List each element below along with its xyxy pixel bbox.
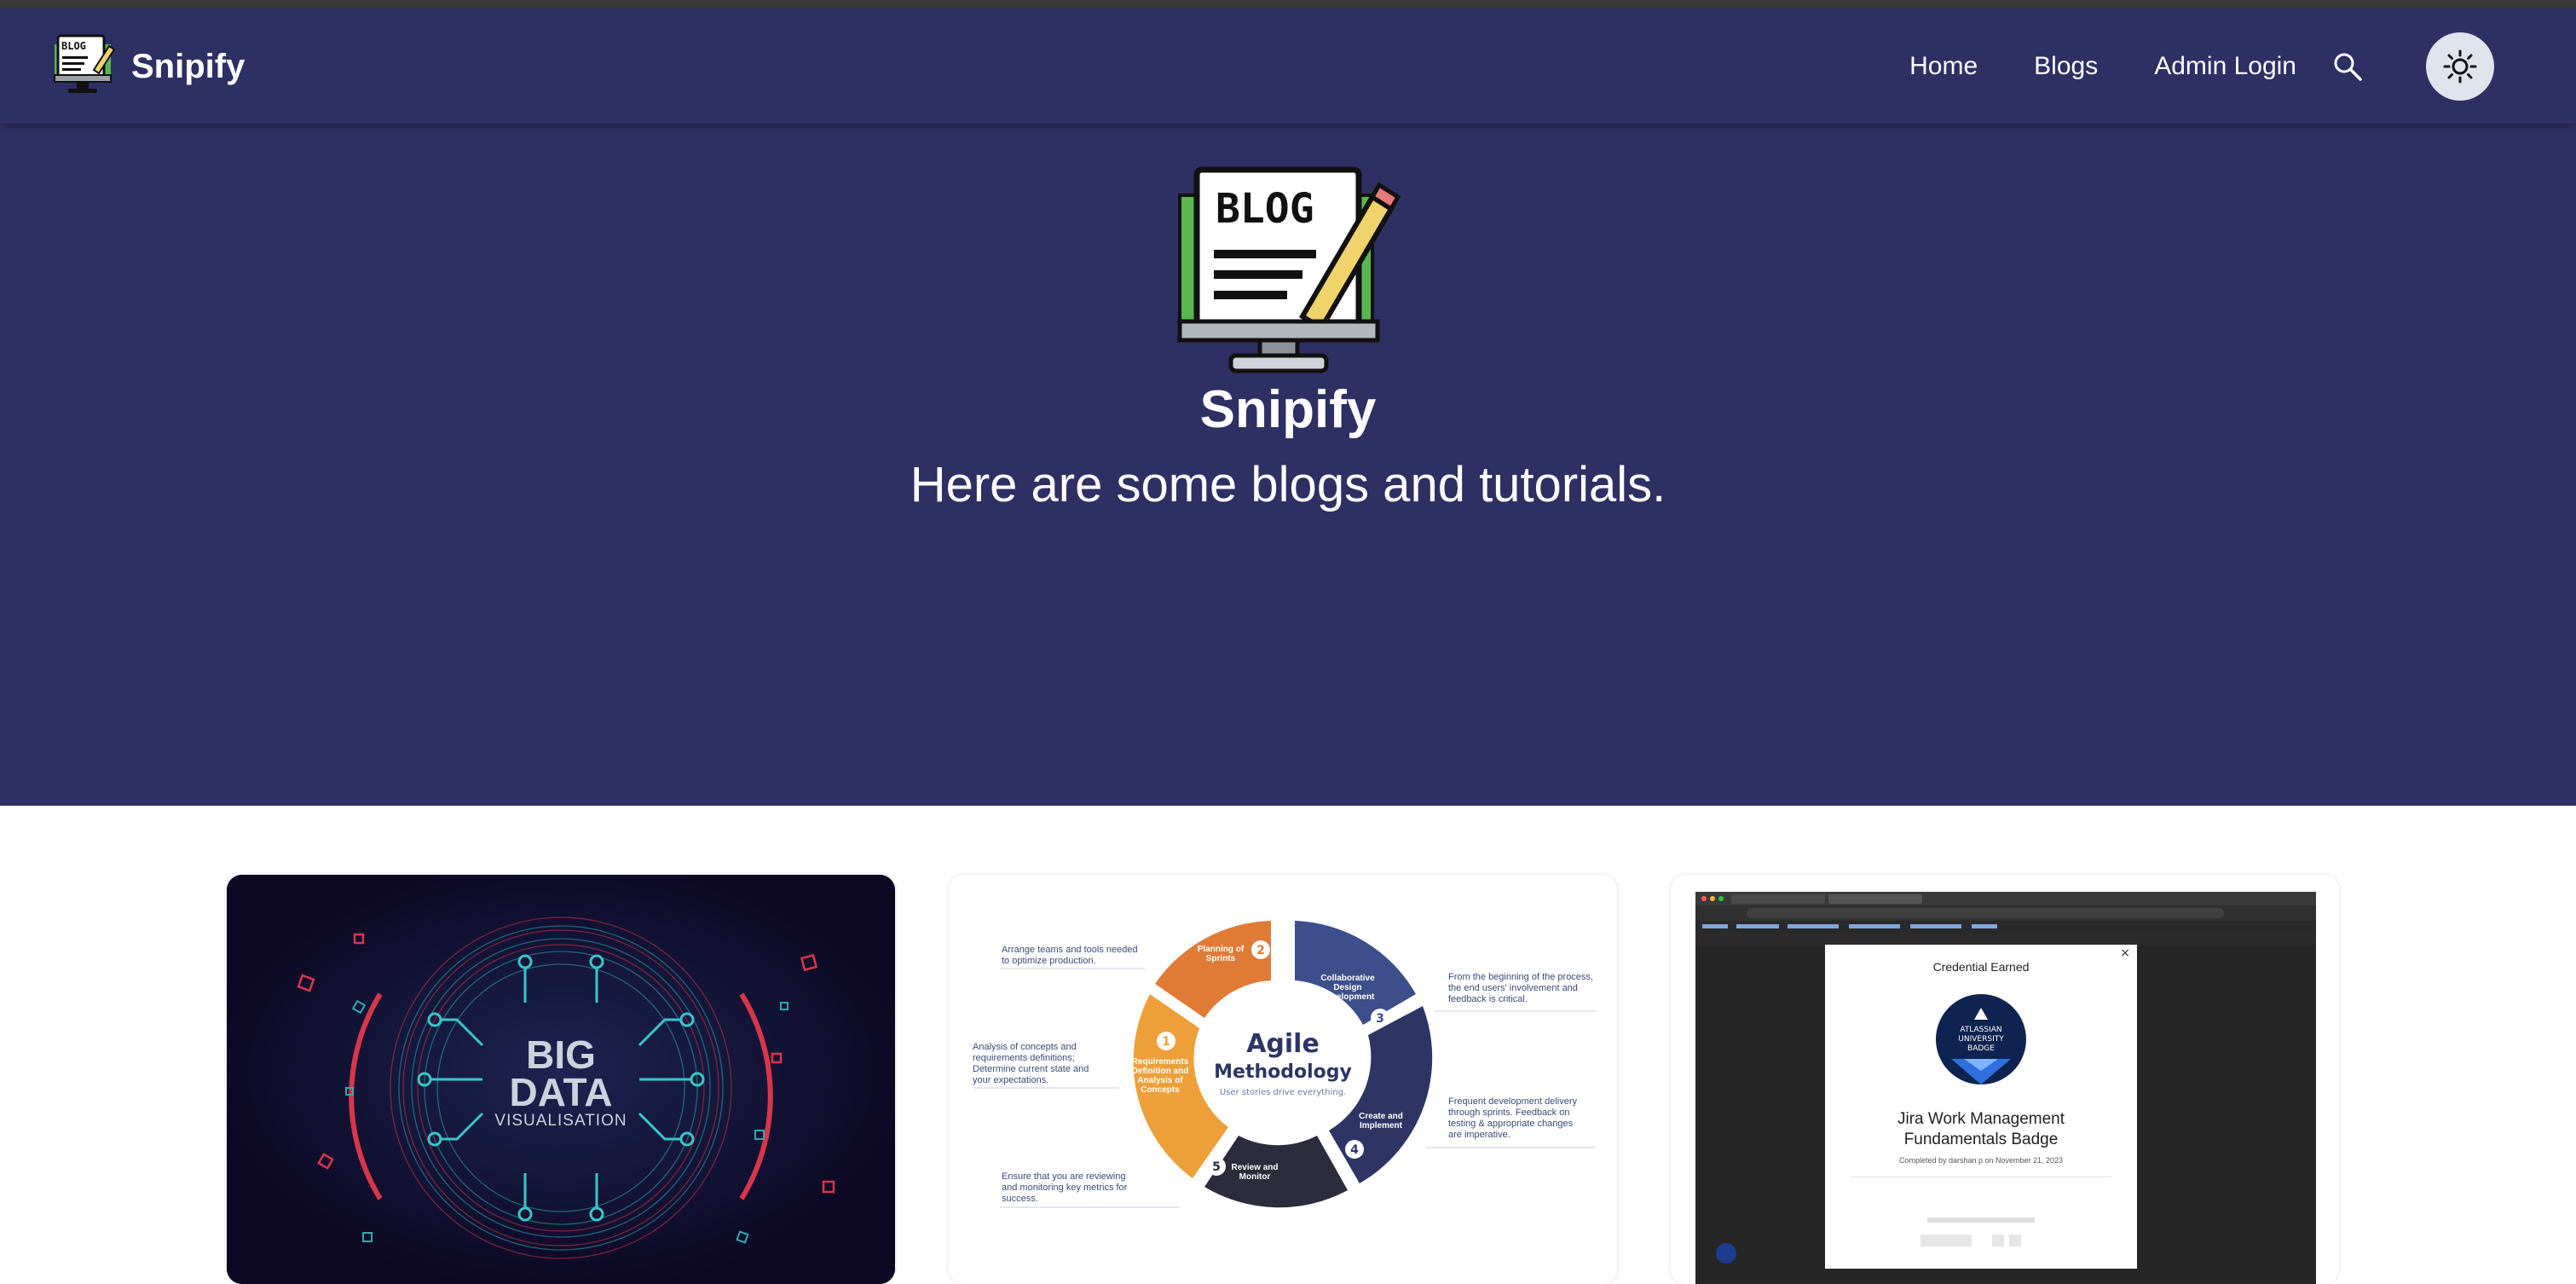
blog-card-jira[interactable]: Credential Earned × ATLASSIAN UNIVERSITY… — [1671, 875, 2339, 1284]
hero-logo-text: BLOG — [1216, 185, 1314, 233]
badge-text-1: ATLASSIAN — [1960, 1026, 2001, 1034]
big-data-caption: VISUALISATION — [494, 1112, 627, 1130]
search-button[interactable] — [2332, 51, 2363, 82]
agile-center-sub: User stories drive everything. — [1220, 1088, 1346, 1097]
badge-title-2: Fundamentals Badge — [1903, 1131, 2059, 1148]
nav-home-link[interactable]: Home — [1909, 52, 1978, 81]
agile-step5-label: Review and Monitor — [1231, 1163, 1279, 1182]
agile-step2-label: Planning of Sprints — [1197, 945, 1245, 963]
credential-modal: Credential Earned × ATLASSIAN UNIVERSITY… — [1825, 945, 2137, 1269]
brand[interactable]: BLOG Snipify — [49, 31, 245, 102]
nav-blogs-link[interactable]: Blogs — [2034, 52, 2098, 81]
agile-step5-num: 5 — [1212, 1160, 1221, 1174]
agile-note-5: Frequent development delivery through sp… — [1448, 1096, 1578, 1140]
agile-note-2: Analysis of concepts and requirements de… — [973, 1042, 1089, 1085]
completed-by: Completed by darshan p on November 21, 2… — [1898, 1156, 2064, 1165]
atlassian-badge: ATLASSIAN UNIVERSITY BADGE — [1936, 994, 2026, 1084]
blog-card-agile[interactable]: 1 2 3 4 5 Agile Methodology User stories… — [949, 875, 1617, 1284]
logo-text: BLOG — [61, 40, 86, 52]
agile-step1-num: 1 — [1162, 1035, 1170, 1049]
agile-note-1: Arrange teams and tools needed to optimi… — [1002, 945, 1138, 966]
sun-icon — [2443, 49, 2477, 83]
agile-center-title-2: Methodology — [1214, 1061, 1352, 1083]
hero-title: Snipify — [1199, 380, 1377, 439]
hero-subtitle: Here are some blogs and tutorials. — [910, 457, 1666, 512]
agile-step4-num: 4 — [1350, 1143, 1359, 1157]
agile-step1-label: Requirements Definition and Analysis of … — [1131, 1057, 1189, 1095]
browser-chrome — [1695, 892, 2316, 945]
badge-title-1: Jira Work Management — [1897, 1110, 2065, 1128]
agile-step3-num: 3 — [1376, 1012, 1384, 1026]
modal-heading: Credential Earned — [1932, 960, 2030, 974]
brand-name: Snipify — [131, 47, 245, 85]
agile-note-4: From the beginning of the process, the e… — [1448, 972, 1593, 1004]
agile-step4-label: Create and Implement — [1359, 1112, 1403, 1131]
close-icon: × — [2120, 946, 2130, 960]
search-icon — [2334, 53, 2362, 81]
agile-step2-num: 2 — [1256, 944, 1265, 957]
nav-links: Home Blogs Admin Login — [1909, 9, 2494, 124]
theme-toggle-button[interactable] — [2426, 32, 2494, 101]
blog-monitor-icon: BLOG — [49, 32, 116, 101]
agile-step3-label: Collaborative Design Development — [1320, 974, 1375, 1002]
browser-top-strip — [0, 0, 2576, 9]
agile-note-3: Ensure that you are reviewing and monito… — [1002, 1171, 1128, 1204]
badge-text-2: UNIVERSITY — [1958, 1035, 2004, 1044]
hero-blog-logo: BLOG — [1175, 166, 1403, 379]
agile-center-title-1: Agile — [1246, 1029, 1320, 1059]
navbar: BLOG Snipify Home Blogs Admin Login — [0, 9, 2576, 124]
blog-card-big-data[interactable]: BIG DATA VISUALISATION — [227, 875, 895, 1284]
nav-admin-login-link[interactable]: Admin Login — [2154, 52, 2296, 81]
badge-text-3: BADGE — [1967, 1044, 1995, 1053]
big-data-line2: DATA — [509, 1070, 613, 1114]
